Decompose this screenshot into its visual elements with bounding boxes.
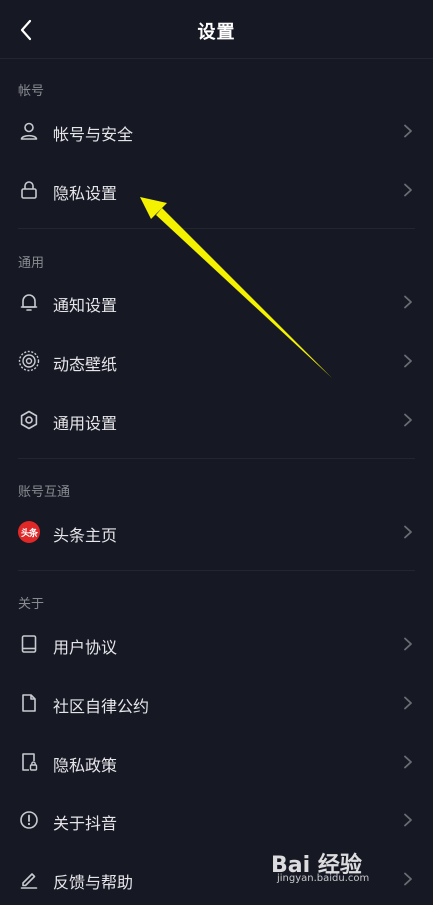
user-icon	[18, 120, 40, 142]
info-icon	[18, 809, 40, 831]
gear-icon	[18, 409, 40, 431]
row-privacy-settings[interactable]: 隐私设置	[0, 163, 433, 219]
row-user-agreement[interactable]: 用户协议	[0, 617, 433, 673]
book-icon	[18, 633, 40, 655]
row-label: 隐私设置	[53, 184, 118, 203]
section-label-about: 关于	[18, 597, 45, 612]
toutiao-badge: 头条	[18, 521, 40, 543]
row-account-security[interactable]: 帐号与安全	[0, 104, 433, 160]
row-label: 动态壁纸	[53, 355, 118, 374]
chevron-right-icon	[404, 696, 412, 710]
row-label: 通知设置	[53, 296, 118, 315]
top-bar: 设置	[0, 0, 433, 59]
row-about-douyin[interactable]: 关于抖音	[0, 793, 433, 849]
page-title: 设置	[197, 22, 236, 43]
watermark-url: jingyan.baidu.com	[277, 873, 370, 884]
row-label: 隐私政策	[53, 756, 118, 775]
chevron-right-icon	[404, 813, 412, 827]
row-general-settings[interactable]: 通用设置	[0, 393, 433, 449]
edit-icon	[18, 868, 40, 890]
row-notification-settings[interactable]: 通知设置	[0, 275, 433, 331]
row-label: 头条主页	[53, 526, 118, 545]
section-divider	[18, 228, 415, 229]
chevron-right-icon	[404, 525, 412, 539]
row-label: 社区自律公约	[53, 697, 150, 716]
chevron-right-icon	[404, 755, 412, 769]
row-community-guidelines[interactable]: 社区自律公约	[0, 676, 433, 732]
section-label-account: 帐号	[18, 84, 45, 99]
section-label-linked-accounts: 账号互通	[18, 485, 71, 500]
row-live-wallpaper[interactable]: 动态壁纸	[0, 334, 433, 390]
chevron-right-icon	[404, 295, 412, 309]
row-toutiao-homepage[interactable]: 头条 头条主页	[0, 505, 433, 561]
row-label: 关于抖音	[53, 814, 118, 833]
baidu-jingyan-watermark: Bai 经验 jingyan.baidu.com	[271, 843, 411, 891]
row-label: 通用设置	[53, 414, 118, 433]
chevron-right-icon	[404, 124, 412, 138]
chevron-right-icon	[404, 637, 412, 651]
chevron-right-icon	[404, 183, 412, 197]
section-label-general: 通用	[18, 256, 45, 271]
section-divider	[18, 570, 415, 571]
section-divider	[18, 458, 415, 459]
lock-icon	[18, 179, 40, 201]
row-privacy-policy[interactable]: 隐私政策	[0, 735, 433, 791]
wallpaper-icon	[18, 350, 40, 372]
row-label: 帐号与安全	[53, 125, 134, 144]
document-icon	[18, 692, 40, 714]
chevron-right-icon	[404, 413, 412, 427]
toutiao-logo-icon: 头条	[18, 521, 40, 543]
privacy-doc-icon	[18, 751, 40, 773]
bell-icon	[18, 291, 40, 313]
row-label: 用户协议	[53, 638, 118, 657]
row-label: 反馈与帮助	[53, 873, 134, 892]
chevron-right-icon	[404, 354, 412, 368]
